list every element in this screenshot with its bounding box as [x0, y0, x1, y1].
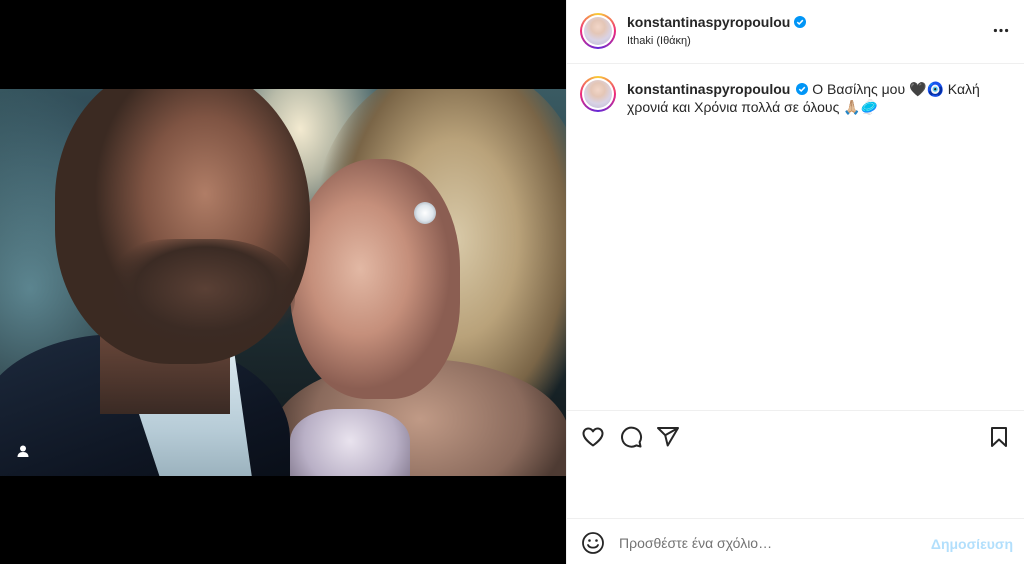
photo-woman-face: [290, 159, 460, 399]
photo-man-beard: [95, 239, 295, 359]
post-location[interactable]: Ithaki (Ιθάκη): [627, 35, 691, 47]
photo-dress: [290, 409, 410, 476]
post-photo[interactable]: [0, 89, 566, 476]
caption-avatar[interactable]: [580, 76, 616, 112]
more-options-button[interactable]: [991, 20, 1011, 40]
like-button[interactable]: [581, 425, 605, 449]
verified-icon: [794, 16, 807, 28]
comment-bar: Δημοσίευση: [567, 518, 1024, 564]
heart-icon: [582, 427, 604, 447]
bookmark-icon: [991, 427, 1007, 447]
instagram-post-view: konstantinaspyropoulou Ithaki (Ιθάκη) ko…: [0, 0, 1024, 564]
header-username[interactable]: konstantinaspyropoulou: [627, 14, 807, 30]
more-icon: [993, 28, 1009, 32]
post-sidebar: konstantinaspyropoulou Ithaki (Ιθάκη) ko…: [566, 0, 1024, 564]
comment-input[interactable]: [619, 531, 919, 555]
verified-icon: [796, 83, 809, 95]
save-button[interactable]: [987, 425, 1011, 449]
post-media: [0, 0, 566, 564]
post-comment-button[interactable]: Δημοσίευση: [931, 536, 1013, 552]
emoji-button[interactable]: [581, 531, 605, 555]
emoji-icon: [582, 532, 604, 554]
caption-text: konstantinaspyropoulou Ο Βασίλης μου 🖤🧿 …: [627, 80, 1007, 116]
photo-earring: [414, 202, 436, 224]
share-button[interactable]: [656, 425, 680, 449]
header-username-text[interactable]: konstantinaspyropoulou: [627, 14, 790, 30]
share-icon: [657, 427, 679, 447]
action-bar: [567, 410, 1024, 460]
post-header: konstantinaspyropoulou Ithaki (Ιθάκη): [567, 0, 1024, 64]
tagged-user-icon[interactable]: [16, 444, 30, 458]
comment-icon: [621, 426, 643, 448]
caption-username[interactable]: konstantinaspyropoulou: [627, 81, 790, 97]
comment-button[interactable]: [619, 425, 643, 449]
avatar[interactable]: [580, 13, 616, 49]
